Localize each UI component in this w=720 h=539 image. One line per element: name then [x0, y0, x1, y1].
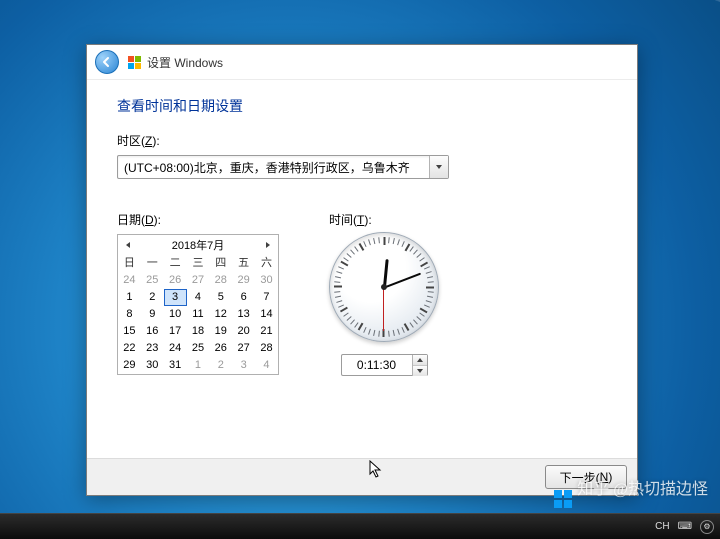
calendar-day[interactable]: 14	[255, 306, 278, 323]
dialog-header: 设置 Windows	[87, 45, 637, 80]
date-label: 日期(D):	[117, 211, 279, 228]
calendar-day[interactable]: 24	[118, 272, 141, 289]
calendar-day[interactable]: 25	[141, 272, 164, 289]
calendar-day[interactable]: 29	[232, 272, 255, 289]
calendar-day[interactable]: 16	[141, 323, 164, 340]
calendar-day[interactable]: 23	[141, 340, 164, 357]
calendar-day[interactable]: 4	[187, 289, 210, 306]
calendar-day[interactable]: 9	[141, 306, 164, 323]
calendar-day[interactable]: 11	[187, 306, 210, 323]
calendar-day[interactable]: 27	[187, 272, 210, 289]
calendar-day[interactable]: 5	[209, 289, 232, 306]
calendar-day[interactable]: 28	[255, 340, 278, 357]
calendar-day[interactable]: 15	[118, 323, 141, 340]
triangle-left-icon	[124, 241, 132, 249]
windows-flag-icon	[127, 55, 141, 69]
calendar-day[interactable]: 8	[118, 306, 141, 323]
setup-windows-dialog: 设置 Windows 查看时间和日期设置 时区(Z): (UTC+08:00)北…	[86, 44, 638, 496]
calendar-day[interactable]: 31	[164, 357, 187, 374]
calendar-day[interactable]: 24	[164, 340, 187, 357]
timezone-dropdown-button[interactable]	[429, 156, 448, 178]
timezone-label: 时区(Z):	[117, 132, 607, 149]
calendar-prev-month-button[interactable]	[120, 237, 136, 253]
calendar-day[interactable]: 13	[232, 306, 255, 323]
time-spinner[interactable]	[341, 354, 428, 376]
arrow-left-icon	[101, 56, 113, 68]
calendar-day[interactable]: 25	[187, 340, 210, 357]
time-input[interactable]	[342, 355, 412, 375]
calendar-day[interactable]: 27	[232, 340, 255, 357]
calendar-day[interactable]: 3	[232, 357, 255, 374]
calendar-day[interactable]: 1	[118, 289, 141, 306]
calendar-day[interactable]: 22	[118, 340, 141, 357]
calendar-day[interactable]: 17	[164, 323, 187, 340]
calendar-day[interactable]: 12	[209, 306, 232, 323]
app-title: 设置 Windows	[147, 54, 223, 71]
calendar-day[interactable]: 10	[164, 306, 187, 323]
clock-second-hand	[383, 287, 384, 331]
calendar-day[interactable]: 3	[164, 289, 187, 306]
calendar-dow: 六	[255, 255, 278, 272]
calendar-dow: 日	[118, 255, 141, 272]
calendar-day[interactable]: 19	[209, 323, 232, 340]
calendar-day[interactable]: 26	[164, 272, 187, 289]
calendar-day[interactable]: 30	[255, 272, 278, 289]
zhihu-icon	[553, 489, 573, 509]
calendar-day[interactable]: 7	[255, 289, 278, 306]
watermark: 知乎 @热切描边怪	[553, 475, 708, 509]
calendar-dow: 五	[232, 255, 255, 272]
triangle-right-icon	[264, 241, 272, 249]
chevron-down-icon	[435, 163, 443, 171]
calendar-dow: 一	[141, 255, 164, 272]
taskbar-ease-of-access-icon[interactable]: ⚙	[700, 520, 714, 534]
calendar-day[interactable]: 29	[118, 357, 141, 374]
time-spin-down-button[interactable]	[413, 366, 427, 376]
calendar-dow: 四	[209, 255, 232, 272]
calendar-day[interactable]: 2	[209, 357, 232, 374]
calendar-day[interactable]: 30	[141, 357, 164, 374]
triangle-down-icon	[416, 367, 424, 375]
taskbar-keyboard-icon[interactable]: ⌨	[678, 521, 692, 532]
calendar[interactable]: 2018年7月 日一二三四五六2425262728293012345678910…	[117, 234, 279, 375]
calendar-month-title: 2018年7月	[172, 237, 225, 253]
triangle-up-icon	[416, 356, 424, 364]
calendar-day[interactable]: 18	[187, 323, 210, 340]
analog-clock	[329, 232, 439, 342]
taskbar-lang-indicator[interactable]: CH	[655, 521, 669, 532]
calendar-day[interactable]: 4	[255, 357, 278, 374]
calendar-day[interactable]: 1	[187, 357, 210, 374]
calendar-dow: 三	[187, 255, 210, 272]
calendar-day[interactable]: 26	[209, 340, 232, 357]
calendar-day[interactable]: 6	[232, 289, 255, 306]
back-button[interactable]	[95, 50, 119, 74]
calendar-day[interactable]: 2	[141, 289, 164, 306]
page-title: 查看时间和日期设置	[117, 96, 607, 116]
timezone-combobox[interactable]: (UTC+08:00)北京，重庆，香港特别行政区，乌鲁木齐	[117, 155, 449, 179]
time-spin-up-button[interactable]	[413, 355, 427, 366]
calendar-dow: 二	[164, 255, 187, 272]
calendar-day[interactable]: 20	[232, 323, 255, 340]
timezone-selected-text: (UTC+08:00)北京，重庆，香港特别行政区，乌鲁木齐	[118, 159, 429, 176]
calendar-day[interactable]: 21	[255, 323, 278, 340]
calendar-day[interactable]: 28	[209, 272, 232, 289]
calendar-next-month-button[interactable]	[260, 237, 276, 253]
taskbar: CH ⌨ ⚙	[0, 513, 720, 539]
time-label: 时间(T):	[329, 211, 439, 228]
